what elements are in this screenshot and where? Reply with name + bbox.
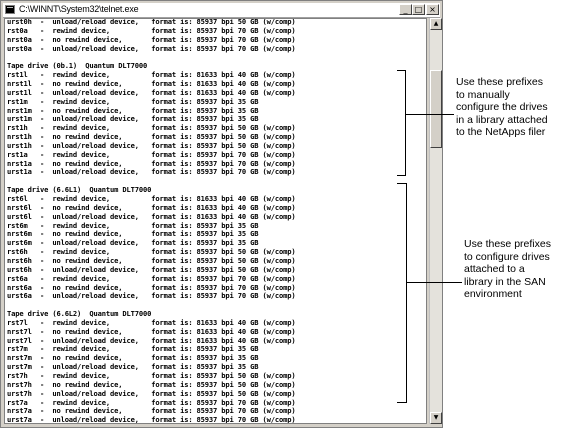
close-button[interactable]: × <box>426 4 439 15</box>
console-line: nrst7a - no rewind device, format is: 85… <box>7 406 296 416</box>
console-line: nrst1h - no rewind device, format is: 85… <box>7 132 296 142</box>
console-line: urst1h - unload/reload device, format is… <box>7 140 296 150</box>
console-line: nrst6a - no rewind device, format is: 85… <box>7 282 296 292</box>
console-line: nrst1l - no rewind device, format is: 81… <box>7 78 296 88</box>
console-line: rst6h - rewind device, format is: 85937 … <box>7 247 296 257</box>
console-line: rst6l - rewind device, format is: 81633 … <box>7 194 296 203</box>
console-line: nrst0a - no rewind device, format is: 85… <box>7 34 296 44</box>
console-line: rst1h - rewind device, format is: 85937 … <box>7 123 296 133</box>
console-app-icon <box>5 5 15 14</box>
bracket-netapps-drives <box>397 70 406 176</box>
console-line: urst6m - unload/reload device, format is… <box>7 238 259 248</box>
console-line: nrst7h - no rewind device, format is: 85… <box>7 379 296 389</box>
console-output[interactable]: urst0h - unload/reload device, format is… <box>4 18 427 424</box>
scroll-down-arrow-icon[interactable]: ▼ <box>430 412 442 424</box>
telnet-window: C:\WINNT\System32\telnet.exe _ □ × urst0… <box>0 0 443 428</box>
console-line: rst7h - rewind device, format is: 85937 … <box>7 371 296 380</box>
scroll-up-arrow-icon[interactable]: ▲ <box>430 18 442 30</box>
title-bar[interactable]: C:\WINNT\System32\telnet.exe _ □ × <box>3 3 440 18</box>
console-line: urst6h - unload/reload device, format is… <box>7 264 296 274</box>
console-line: rst0a - rewind device, format is: 85937 … <box>7 25 296 35</box>
console-line: rst7l - rewind device, format is: 81633 … <box>7 317 296 327</box>
console-line: urst0a - unload/reload device, format is… <box>7 43 296 53</box>
console-line: nrst6l - no rewind device, format is: 81… <box>7 202 296 212</box>
console-line: rst1m - rewind device, format is: 85937 … <box>7 96 259 106</box>
console-line: urst1l - unload/reload device, format is… <box>7 87 296 97</box>
tape-drive-header: Tape drive (6.6L1) Quantum DLT7000 <box>7 185 152 195</box>
console-line: urst0h - unload/reload device, format is… <box>7 18 296 26</box>
tape-drive-header: Tape drive (0b.1) Quantum DLT7000 <box>7 61 148 71</box>
console-line: nrst7m - no rewind device, format is: 85… <box>7 353 259 363</box>
console-line: nrst1m - no rewind device, format is: 85… <box>7 105 259 115</box>
console-line: rst6a - rewind device, format is: 85937 … <box>7 273 296 283</box>
console-line: rst1l - rewind device, format is: 81633 … <box>7 70 296 80</box>
tape-drive-header: Tape drive (6.6L2) Quantum DLT7000 <box>7 309 152 319</box>
leader-line-netapps <box>406 114 454 115</box>
annotation-manual-config: Use these prefixes to manually configure… <box>456 76 548 138</box>
console-line: rst7a - rewind device, format is: 85937 … <box>7 397 296 407</box>
console-line: urst1m - unload/reload device, format is… <box>7 114 259 124</box>
console-line: urst7l - unload/reload device, format is… <box>7 335 296 345</box>
console-line: nrst1a - no rewind device, format is: 85… <box>7 158 296 168</box>
scrollbar-thumb[interactable] <box>430 70 442 148</box>
console-line: rst1a - rewind device, format is: 85937 … <box>7 149 296 159</box>
leader-line-san <box>407 282 462 283</box>
annotation-san-config: Use these prefixes to configure drives a… <box>464 238 551 300</box>
console-line: nrst7l - no rewind device, format is: 81… <box>7 326 296 336</box>
console-line: urst7m - unload/reload device, format is… <box>7 362 259 372</box>
console-line: urst7h - unload/reload device, format is… <box>7 388 296 398</box>
console-line: rst6m - rewind device, format is: 85937 … <box>7 220 259 230</box>
console-line: urst6l - unload/reload device, format is… <box>7 211 296 221</box>
console-line: urst6a - unload/reload device, format is… <box>7 291 296 301</box>
console-line: rst7m - rewind device, format is: 85937 … <box>7 344 259 354</box>
console-line: nrst6h - no rewind device, format is: 85… <box>7 255 296 265</box>
minimize-button[interactable]: _ <box>399 4 412 15</box>
console-line: nrst6m - no rewind device, format is: 85… <box>7 229 259 239</box>
console-line: urst7a - unload/reload device, format is… <box>7 415 296 424</box>
window-title: C:\WINNT\System32\telnet.exe <box>19 4 139 14</box>
maximize-button[interactable]: □ <box>412 4 425 15</box>
console-line: urst1a - unload/reload device, format is… <box>7 167 296 177</box>
bracket-san-drives <box>397 183 407 403</box>
vertical-scrollbar[interactable]: ▲ ▼ <box>429 18 442 424</box>
